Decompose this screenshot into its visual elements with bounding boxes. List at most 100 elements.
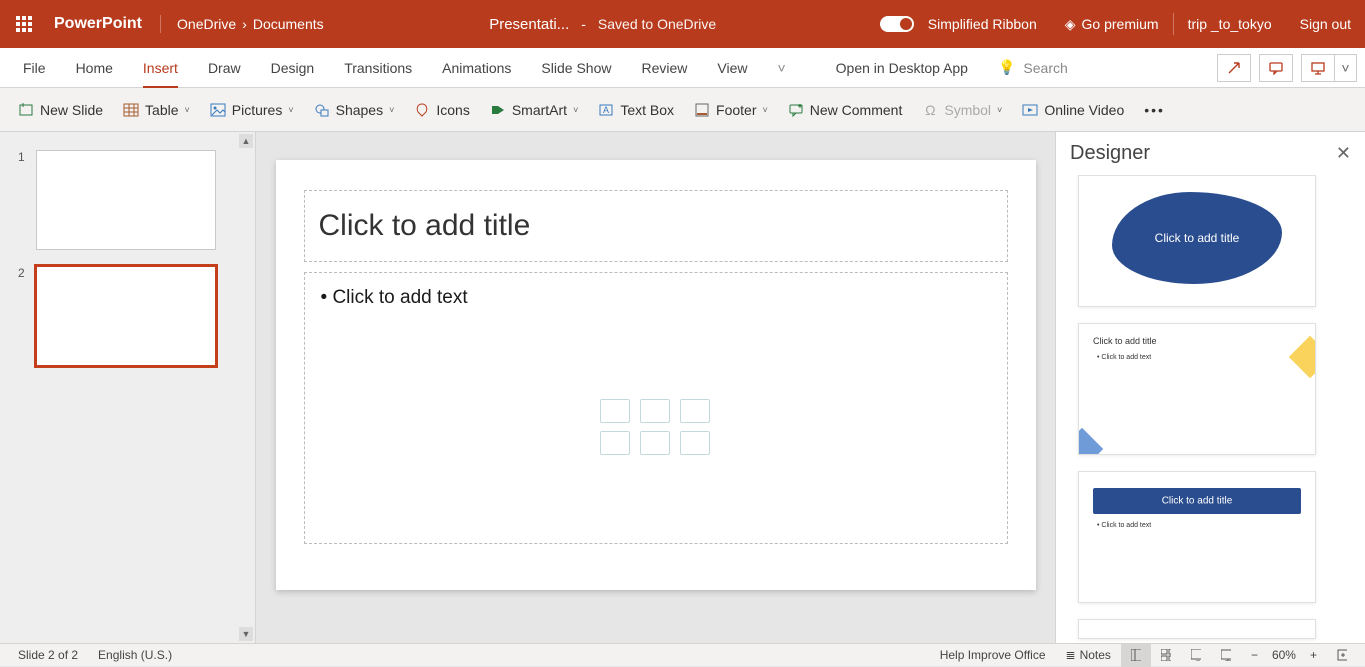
notes-button[interactable]: ≣ Notes xyxy=(1056,644,1121,667)
scroll-up-button[interactable]: ▲ xyxy=(239,134,253,148)
breadcrumb-folder[interactable]: Documents xyxy=(253,16,324,32)
notes-label: Notes xyxy=(1080,648,1111,662)
chevron-right-icon: › xyxy=(242,16,247,32)
username[interactable]: trip _to_tokyo xyxy=(1174,16,1286,32)
insert-table-icon[interactable] xyxy=(600,399,630,423)
app-launcher-icon[interactable] xyxy=(0,0,48,48)
simplified-ribbon-label: Simplified Ribbon xyxy=(928,16,1037,32)
new-comment-button[interactable]: New Comment xyxy=(780,98,911,122)
comment-icon xyxy=(788,102,804,118)
help-improve-office[interactable]: Help Improve Office xyxy=(930,644,1056,667)
share-icon xyxy=(1227,61,1241,75)
tab-draw[interactable]: Draw xyxy=(193,48,256,88)
body-placeholder[interactable]: • Click to add text xyxy=(304,272,1008,544)
status-bar: Slide 2 of 2 English (U.S.) Help Improve… xyxy=(0,643,1365,666)
scroll-down-button[interactable]: ▼ xyxy=(239,627,253,641)
insert-video-icon[interactable] xyxy=(680,431,710,455)
insert-smartart-icon[interactable] xyxy=(640,399,670,423)
design-suggestion-3[interactable]: Click to add title • Click to add text xyxy=(1078,471,1316,603)
pictures-button[interactable]: Pictures ˅ xyxy=(202,98,302,122)
fit-to-window-button[interactable] xyxy=(1327,644,1357,667)
sorter-icon xyxy=(1161,649,1171,661)
design-title: Click to add title xyxy=(1155,231,1240,245)
zoom-level[interactable]: 60% xyxy=(1268,644,1300,667)
lightbulb-icon: 💡 xyxy=(998,59,1015,76)
design-suggestion-4[interactable] xyxy=(1078,619,1316,639)
designer-title: Designer xyxy=(1070,142,1150,165)
tab-animations[interactable]: Animations xyxy=(427,48,526,88)
online-video-button[interactable]: Online Video xyxy=(1014,98,1132,122)
tab-view[interactable]: View xyxy=(702,48,762,88)
slide-sorter-button[interactable] xyxy=(1151,644,1181,667)
symbol-icon: Ω xyxy=(922,102,938,118)
ribbon-toolbar: New Slide Table ˅ Pictures ˅ Shapes ˅ Ic… xyxy=(0,88,1365,132)
breadcrumb[interactable]: OneDrive › Documents xyxy=(161,16,340,32)
zoom-out-button[interactable]: − xyxy=(1241,644,1268,667)
comments-button[interactable] xyxy=(1259,54,1293,82)
share-button[interactable] xyxy=(1217,54,1251,82)
present-button[interactable]: ˅ xyxy=(1301,54,1357,82)
ellipsis-icon: ••• xyxy=(1144,102,1165,118)
slide-thumbnail-2[interactable] xyxy=(36,266,216,366)
go-premium-label: Go premium xyxy=(1082,16,1159,32)
shapes-button[interactable]: Shapes ˅ xyxy=(306,98,403,122)
reading-view-button[interactable] xyxy=(1181,644,1211,667)
tab-review[interactable]: Review xyxy=(626,48,702,88)
insert-picture-icon[interactable] xyxy=(600,431,630,455)
comment-icon xyxy=(1269,61,1283,75)
insert-stock-image-icon[interactable] xyxy=(640,431,670,455)
close-icon[interactable]: ✕ xyxy=(1336,143,1351,164)
slide-thumbnail-1[interactable] xyxy=(36,150,216,250)
insert-icons-icon[interactable] xyxy=(680,399,710,423)
new-slide-label: New Slide xyxy=(40,102,103,118)
table-label: Table xyxy=(145,102,178,118)
title-placeholder[interactable]: Click to add title xyxy=(304,190,1008,262)
present-dropdown[interactable]: ˅ xyxy=(1335,54,1357,82)
shapes-icon xyxy=(314,102,330,118)
textbox-button[interactable]: A Text Box xyxy=(590,98,682,122)
tab-home[interactable]: Home xyxy=(61,48,128,88)
language-status[interactable]: English (U.S.) xyxy=(88,644,182,667)
tab-insert[interactable]: Insert xyxy=(128,48,193,88)
design-body: • Click to add text xyxy=(1097,522,1151,529)
footer-button[interactable]: Footer ˅ xyxy=(686,98,776,122)
chevron-down-icon: ˅ xyxy=(997,105,1002,115)
normal-view-button[interactable] xyxy=(1121,644,1151,667)
smartart-icon xyxy=(490,102,506,118)
tab-file[interactable]: File xyxy=(8,48,61,88)
slide-canvas-area[interactable]: Click to add title • Click to add text xyxy=(256,132,1055,643)
fit-icon xyxy=(1337,649,1347,661)
table-icon xyxy=(123,102,139,118)
smartart-button[interactable]: SmartArt ˅ xyxy=(482,98,587,122)
slideshow-view-button[interactable] xyxy=(1211,644,1241,667)
sign-out-button[interactable]: Sign out xyxy=(1286,16,1365,32)
ribbon-overflow[interactable]: ˅ xyxy=(762,48,800,88)
symbol-button: Ω Symbol ˅ xyxy=(914,98,1010,122)
svg-text:A: A xyxy=(603,105,609,115)
table-button[interactable]: Table ˅ xyxy=(115,98,198,122)
search-box[interactable]: 💡 Search xyxy=(983,48,1083,88)
design-suggestion-2[interactable]: Click to add title • Click to add text xyxy=(1078,323,1316,455)
new-slide-button[interactable]: New Slide xyxy=(10,98,111,122)
slide-counter[interactable]: Slide 2 of 2 xyxy=(8,644,88,667)
simplified-ribbon-toggle[interactable]: Simplified Ribbon xyxy=(866,16,1051,32)
icons-button[interactable]: Icons xyxy=(406,98,477,122)
go-premium-button[interactable]: ◈ Go premium xyxy=(1051,16,1173,33)
breadcrumb-root[interactable]: OneDrive xyxy=(177,16,236,32)
content-placeholder-icons xyxy=(600,399,712,455)
design-suggestion-1[interactable]: Click to add title xyxy=(1078,175,1316,307)
footer-icon xyxy=(694,102,710,118)
chevron-down-icon: ˅ xyxy=(763,105,768,115)
document-title[interactable]: Presentati... xyxy=(489,16,569,33)
chevron-down-icon: ˅ xyxy=(288,105,293,115)
tab-transitions[interactable]: Transitions xyxy=(329,48,427,88)
open-desktop-app[interactable]: Open in Desktop App xyxy=(821,48,983,88)
tab-design[interactable]: Design xyxy=(256,48,330,88)
tab-slideshow[interactable]: Slide Show xyxy=(526,48,626,88)
zoom-in-button[interactable]: + xyxy=(1300,644,1327,667)
more-commands[interactable]: ••• xyxy=(1136,98,1173,122)
smartart-label: SmartArt xyxy=(512,102,567,118)
slide-thumbnail-panel: ▲ 1 2 ▼ xyxy=(0,132,256,643)
new-comment-label: New Comment xyxy=(810,102,903,118)
notes-icon: ≣ xyxy=(1066,648,1076,662)
